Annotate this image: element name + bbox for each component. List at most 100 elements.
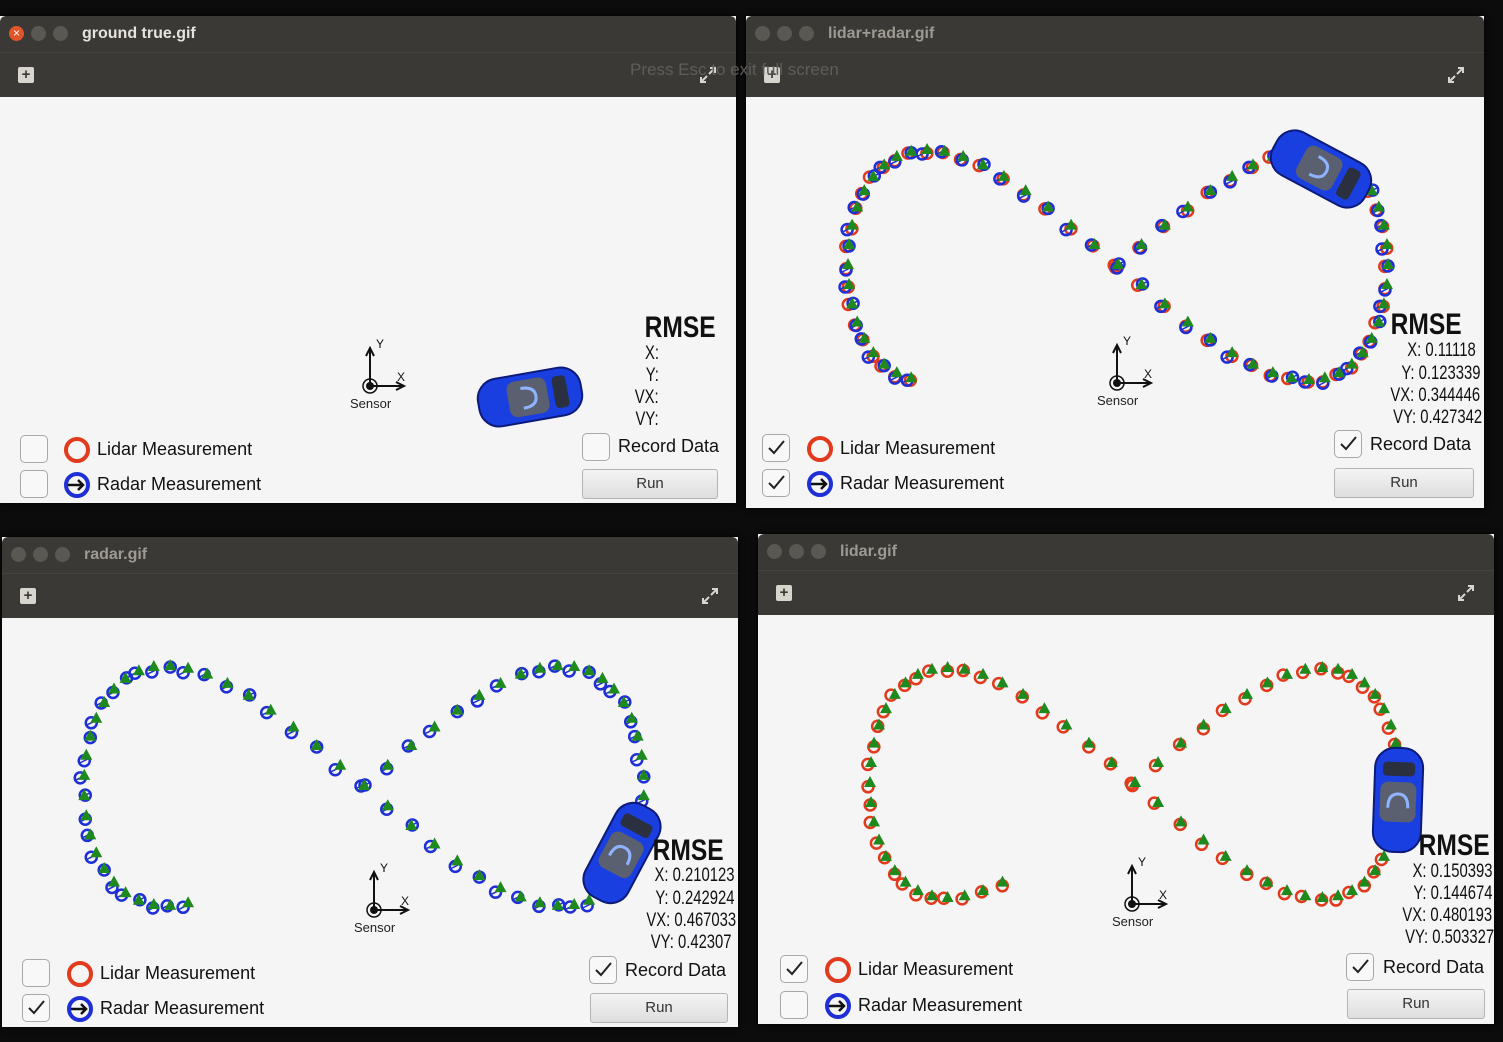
lidar-checkbox[interactable] — [20, 435, 48, 463]
minimize-button[interactable] — [33, 547, 48, 562]
record-checkbox[interactable] — [582, 433, 610, 461]
car-icon — [476, 366, 584, 428]
close-button[interactable] — [755, 26, 770, 41]
record-label: Record Data — [1383, 957, 1485, 977]
estimate-marker — [428, 837, 441, 849]
car-icon — [1269, 129, 1373, 209]
toolbar: + — [746, 52, 1484, 97]
sensor-dot — [1113, 379, 1121, 387]
simulator-canvas: Y X Sensor RMSE X: 0.210123 Y: 0.242924 VX… — [2, 618, 738, 1027]
sensor-dot — [370, 906, 378, 914]
title-bar: radar.gif — [2, 537, 738, 573]
check-icon — [768, 475, 785, 490]
expand-icon[interactable] — [1456, 583, 1476, 603]
lidar-legend-icon — [807, 436, 833, 462]
axis-y-label: Y — [376, 337, 384, 351]
rmse-vx: VX: 0.467033 — [646, 910, 736, 931]
minimize-button[interactable] — [789, 544, 804, 559]
run-button[interactable]: Run — [582, 469, 718, 499]
maximize-button[interactable] — [811, 544, 826, 559]
minimize-button[interactable] — [777, 26, 792, 41]
maximize-button[interactable] — [55, 547, 70, 562]
expand-icon[interactable] — [700, 586, 720, 606]
axis-x-label: X — [1159, 888, 1167, 902]
rmse-vy: VY: — [635, 409, 659, 430]
check-icon — [768, 440, 785, 455]
maximize-button[interactable] — [53, 26, 68, 41]
add-icon[interactable]: + — [776, 585, 792, 601]
rmse-title: RMSE — [1390, 308, 1462, 341]
estimate-marker — [596, 671, 609, 683]
record-checkbox[interactable] — [589, 956, 617, 984]
estimate-marker — [1346, 884, 1359, 896]
close-button[interactable] — [767, 544, 782, 559]
radar-checkbox[interactable] — [762, 469, 790, 497]
window-ground-true: × ground true.gif + Y X Sensor RMSE X: Y: … — [0, 16, 736, 503]
lidar-checkbox[interactable] — [780, 955, 808, 983]
run-button[interactable]: Run — [1347, 989, 1485, 1019]
check-icon — [786, 961, 803, 976]
window-title: ground true.gif — [82, 25, 196, 42]
sensor-label: Sensor — [1097, 393, 1139, 408]
add-icon[interactable]: + — [20, 588, 36, 604]
axis-y-label: Y — [380, 861, 388, 875]
radar-legend-icon — [825, 993, 851, 1019]
axis-x-label: X — [401, 894, 409, 908]
radar-checkbox[interactable] — [22, 994, 50, 1022]
add-icon[interactable]: + — [18, 67, 34, 83]
check-icon — [1340, 436, 1357, 451]
lidar-checkbox[interactable] — [762, 434, 790, 462]
rmse-y: Y: — [645, 365, 659, 386]
window-title: lidar.gif — [840, 543, 897, 560]
lidar-checkbox[interactable] — [22, 959, 50, 987]
record-checkbox[interactable] — [1346, 953, 1374, 981]
axis-y-label: Y — [1138, 855, 1146, 869]
radar-label: Radar Measurement — [858, 995, 1023, 1015]
record-checkbox[interactable] — [1334, 430, 1362, 458]
lidar-label: Lidar Measurement — [840, 438, 996, 458]
rmse-x: X: 0.11118 — [1407, 340, 1476, 361]
car-roof — [506, 377, 550, 418]
title-bar: lidar.gif — [758, 534, 1494, 570]
estimate-marker — [865, 756, 878, 768]
window-lidar: lidar.gif + Y X Sensor RMSE X: 0.150393 Y:… — [758, 534, 1494, 1024]
rmse-vx: VX: 0.480193 — [1402, 905, 1492, 926]
radar-label: Radar Measurement — [100, 998, 265, 1018]
estimate-marker — [568, 898, 581, 910]
estimate-marker — [107, 875, 120, 887]
axis-x-label: X — [397, 370, 405, 384]
estimate-marker — [1346, 667, 1359, 679]
estimate-marker — [1219, 849, 1232, 861]
expand-icon[interactable] — [1446, 65, 1466, 85]
radar-checkbox[interactable] — [20, 470, 48, 498]
maximize-button[interactable] — [799, 26, 814, 41]
check-icon — [595, 962, 612, 977]
minimize-button[interactable] — [31, 26, 46, 41]
run-button[interactable]: Run — [590, 993, 728, 1023]
record-label: Record Data — [618, 436, 720, 456]
radar-label: Radar Measurement — [840, 473, 1005, 493]
sensor-dot — [1128, 900, 1136, 908]
simulator-canvas: Y X Sensor RMSE X: Y: VX: VY: Lidar Measur… — [0, 97, 736, 503]
close-button[interactable]: × — [9, 26, 24, 41]
lidar-label: Lidar Measurement — [100, 963, 256, 983]
lidar-legend-icon — [64, 437, 90, 463]
rmse-y: Y: 0.242924 — [654, 888, 734, 909]
sensor-origin: Y X Sensor — [354, 861, 411, 935]
estimate-marker — [608, 682, 621, 694]
sensor-origin: Y X Sensor — [1112, 855, 1169, 929]
estimate-marker — [1060, 718, 1073, 730]
close-button[interactable] — [11, 547, 26, 562]
window-lidar-radar: lidar+radar.gif + Y X Sensor RMSE X: 0.111… — [746, 16, 1484, 508]
estimate-marker — [1219, 702, 1232, 714]
axis-y-label: Y — [1123, 334, 1131, 348]
estimate-marker — [78, 768, 91, 780]
estimate-marker — [119, 886, 132, 898]
rmse-vy: VY: 0.503327 — [1404, 927, 1494, 948]
fullscreen-hint: Press Esc to exit full screen — [630, 60, 839, 79]
estimate-marker — [147, 659, 160, 671]
sensor-dot — [366, 382, 374, 390]
run-button[interactable]: Run — [1334, 468, 1474, 498]
radar-checkbox[interactable] — [780, 991, 808, 1019]
car-roof — [1379, 781, 1417, 823]
